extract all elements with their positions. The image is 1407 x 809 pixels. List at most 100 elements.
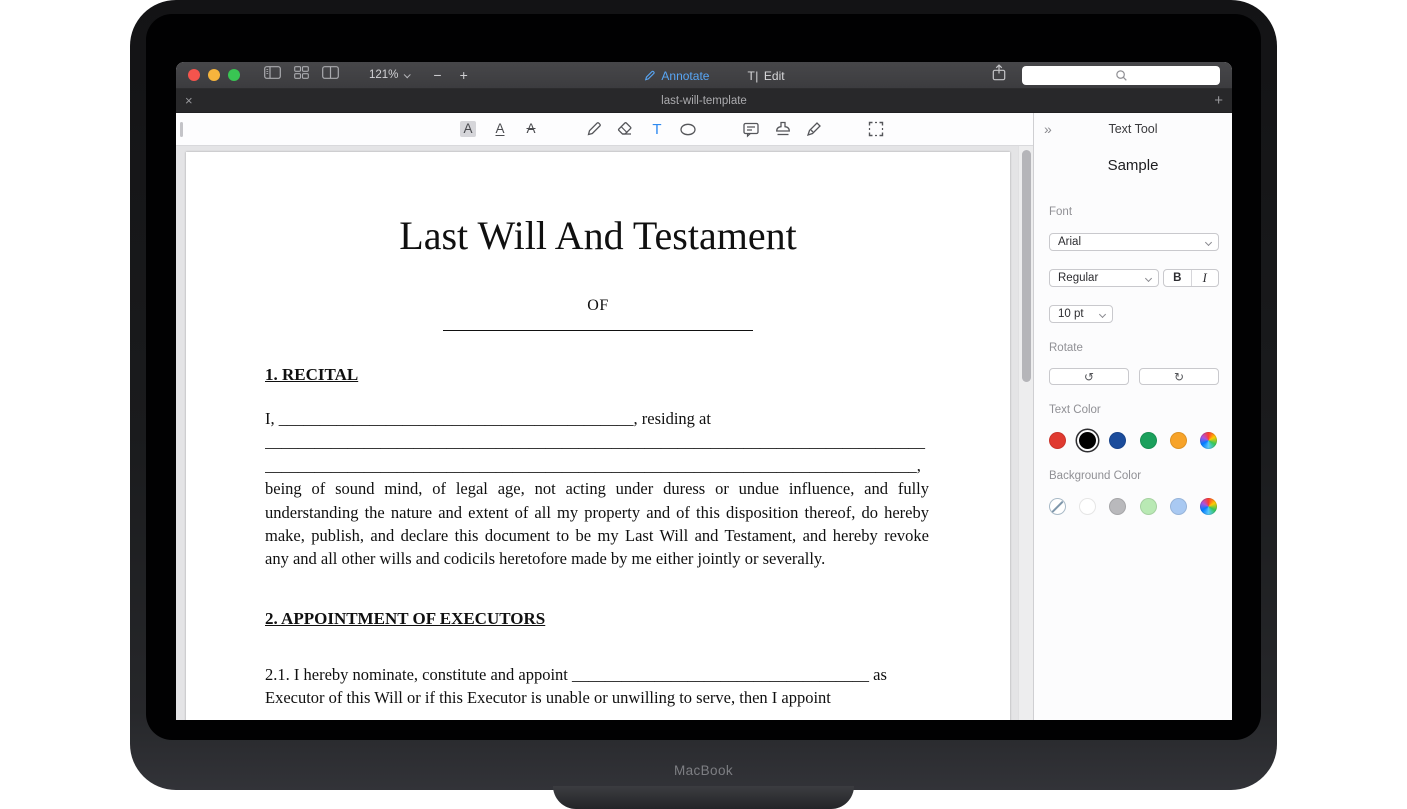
executors-paragraph: 2.1. I hereby nominate, constitute and a… [265, 663, 929, 710]
text-color-orange[interactable] [1170, 432, 1187, 449]
document-body: 1. RECITAL I, __________________________… [186, 365, 1010, 710]
font-family-select[interactable]: Arial [1049, 233, 1219, 251]
panel-drag-handle[interactable] [180, 122, 183, 137]
traffic-lights [188, 69, 240, 81]
stamp-icon [773, 119, 793, 139]
shape-ellipse-icon [678, 119, 698, 139]
panel-header: » Text Tool [1034, 113, 1232, 146]
rotate-ccw-icon: ↺ [1084, 371, 1094, 383]
tab-bar: × last-will-template + [176, 89, 1232, 113]
select-tool-button[interactable] [864, 117, 888, 141]
scrollbar-track[interactable] [1018, 146, 1033, 720]
blank-line [443, 329, 753, 331]
app-window: 121% − + Annotate T| [176, 62, 1232, 720]
document-page[interactable]: Last Will And Testament OF 1. RECITAL I,… [186, 152, 1010, 720]
highlight-icon: A [460, 121, 475, 138]
underline-tool-button[interactable]: A [488, 117, 512, 141]
new-tab-button[interactable]: + [1214, 91, 1223, 111]
search-input[interactable] [1022, 66, 1220, 85]
tab-annotate[interactable]: Annotate [643, 69, 709, 83]
strikethrough-icon: A [526, 122, 535, 136]
shape-tool-button[interactable] [676, 117, 700, 141]
thumbnails-view-icon[interactable] [294, 66, 309, 84]
stamp-tool-button[interactable] [771, 117, 795, 141]
pen-icon [584, 119, 604, 139]
font-style-value: Regular [1058, 272, 1098, 284]
tab-close-button[interactable]: × [185, 93, 193, 109]
two-page-view-icon[interactable] [322, 66, 339, 84]
document-title: Last Will And Testament [186, 212, 1010, 259]
text-color-black-selected[interactable] [1079, 432, 1096, 449]
chevron-down-icon [1099, 310, 1106, 317]
bold-italic-segment: B I [1163, 269, 1219, 287]
text-line: make, publish, and declare this document… [265, 524, 929, 547]
background-color-light-blue[interactable] [1170, 498, 1187, 515]
text-tool-icon: T [652, 122, 661, 137]
scrollbar-thumb[interactable] [1022, 150, 1031, 382]
fullscreen-window-button[interactable] [228, 69, 240, 81]
text-color-custom-wheel[interactable] [1200, 432, 1217, 449]
fill-in-blank-line: ________________________________________… [265, 454, 929, 477]
text-color-blue[interactable] [1109, 432, 1126, 449]
rotate-cw-icon: ↻ [1174, 371, 1184, 383]
strikethrough-tool-button[interactable]: A [519, 117, 543, 141]
annotate-pen-icon [643, 69, 656, 82]
zoom-in-button[interactable]: + [460, 67, 468, 83]
rotate-section-label: Rotate [1049, 342, 1083, 354]
text-color-swatches [1049, 432, 1217, 449]
note-tool-button[interactable] [739, 117, 763, 141]
highlight-tool-button[interactable]: A [456, 117, 480, 141]
sidebar-toggle-icon[interactable] [264, 66, 281, 84]
rotate-ccw-button[interactable]: ↺ [1049, 368, 1129, 385]
background-color-none[interactable] [1049, 498, 1066, 515]
section-heading-executors: 2. APPOINTMENT OF EXECUTORS [265, 609, 929, 629]
text-line: I, _____________________________________… [265, 407, 929, 430]
mode-switcher: Annotate T| Edit [643, 62, 784, 89]
titlebar-right-group [992, 64, 1220, 86]
font-size-select[interactable]: 10 pt [1049, 305, 1113, 323]
share-icon[interactable] [992, 64, 1006, 86]
recital-paragraph: I, _____________________________________… [265, 407, 929, 571]
chevron-down-icon [1145, 274, 1152, 281]
eraser-tool-button[interactable] [613, 117, 637, 141]
editor-column: A A A [176, 113, 1034, 720]
text-line: understanding the nature and extent of a… [265, 501, 929, 524]
document-of-label: OF [186, 297, 1010, 315]
background-color-light-green[interactable] [1140, 498, 1157, 515]
tab-edit[interactable]: T| Edit [747, 69, 784, 83]
tab-title[interactable]: last-will-template [176, 95, 1232, 107]
font-style-select[interactable]: Regular [1049, 269, 1159, 287]
laptop-hinge-notch [553, 786, 854, 809]
zoom-out-button[interactable]: − [433, 67, 441, 83]
close-window-button[interactable] [188, 69, 200, 81]
selection-marquee-icon [866, 119, 886, 139]
bold-button[interactable]: B [1164, 270, 1192, 286]
macbook-label: MacBook [130, 763, 1277, 778]
chevron-down-icon [404, 71, 411, 78]
text-line: any and all other wills and codicils her… [265, 547, 929, 570]
text-color-green[interactable] [1140, 432, 1157, 449]
pen-tool-button[interactable] [582, 117, 606, 141]
zoom-level-dropdown[interactable]: 121% [369, 69, 398, 81]
text-tool-button[interactable]: T [645, 117, 669, 141]
edit-text-icon: T| [747, 69, 758, 83]
background-color-custom-wheel[interactable] [1200, 498, 1217, 515]
text-color-red[interactable] [1049, 432, 1066, 449]
italic-button[interactable]: I [1192, 270, 1219, 286]
section-heading-recital: 1. RECITAL [265, 365, 929, 385]
rotate-cw-button[interactable]: ↻ [1139, 368, 1219, 385]
main-area: A A A [176, 113, 1232, 720]
background-color-gray[interactable] [1109, 498, 1126, 515]
signature-tool-button[interactable] [802, 117, 826, 141]
text-color-section-label: Text Color [1049, 404, 1101, 416]
search-icon [1115, 69, 1128, 82]
chevron-down-icon [1205, 238, 1212, 245]
minimize-window-button[interactable] [208, 69, 220, 81]
background-color-white[interactable] [1079, 498, 1096, 515]
document-viewport[interactable]: Last Will And Testament OF 1. RECITAL I,… [176, 146, 1033, 720]
macbook-frame: 121% − + Annotate T| [130, 0, 1277, 790]
annotation-toolbar: A A A [176, 113, 1033, 146]
fill-in-blank-line: ________________________________________… [265, 430, 929, 453]
view-toggle-group [264, 66, 339, 84]
font-section-label: Font [1049, 206, 1072, 218]
